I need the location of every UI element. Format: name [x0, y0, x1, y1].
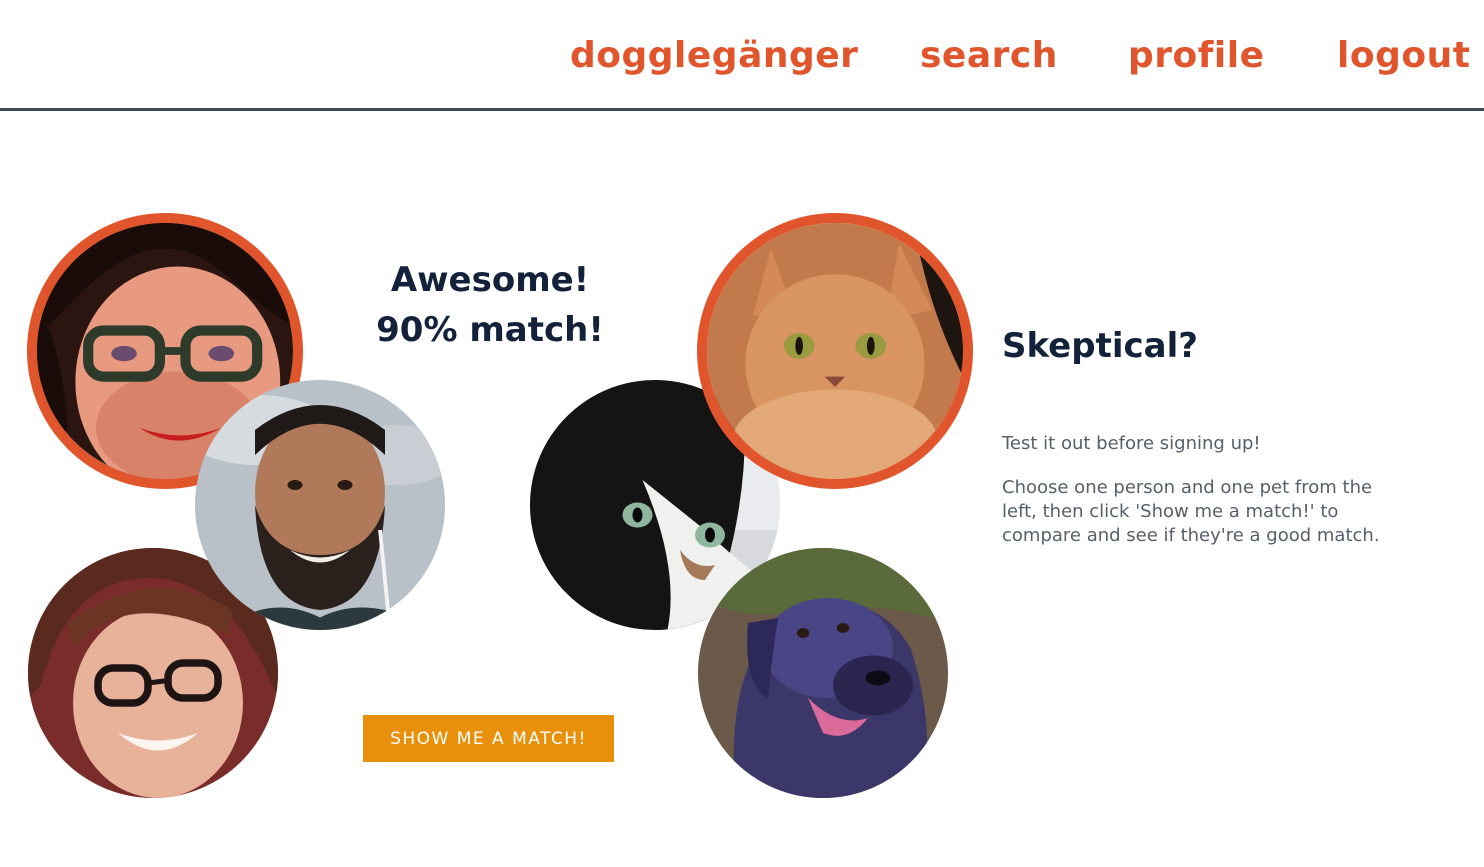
person-photo-man-beard[interactable] — [195, 380, 445, 630]
pet-photo-black-dog[interactable] — [698, 548, 948, 798]
brand-logo-link[interactable]: dogglegänger — [570, 34, 858, 78]
match-result-line1: Awesome! — [390, 260, 590, 300]
show-me-a-match-button[interactable]: SHOW ME A MATCH! — [363, 715, 614, 762]
skeptical-heading: Skeptical? — [1002, 326, 1198, 366]
skeptical-instructions-text: Choose one person and one pet from the l… — [1002, 477, 1380, 546]
page: dogglegänger search profile logout Aweso… — [0, 0, 1484, 867]
nav-logout-link[interactable]: logout — [1337, 34, 1470, 78]
pet-photo-orange-cat[interactable] — [697, 213, 973, 489]
match-result-line2: 90% match! — [376, 310, 604, 350]
nav-profile-link[interactable]: profile — [1128, 34, 1265, 78]
nav-search-link[interactable]: search — [920, 34, 1058, 78]
header-divider — [0, 108, 1484, 111]
skeptical-intro-text: Test it out before signing up! — [1002, 433, 1261, 454]
match-result: Awesome! 90% match! — [340, 255, 640, 355]
header: dogglegänger search profile logout — [0, 0, 1484, 108]
